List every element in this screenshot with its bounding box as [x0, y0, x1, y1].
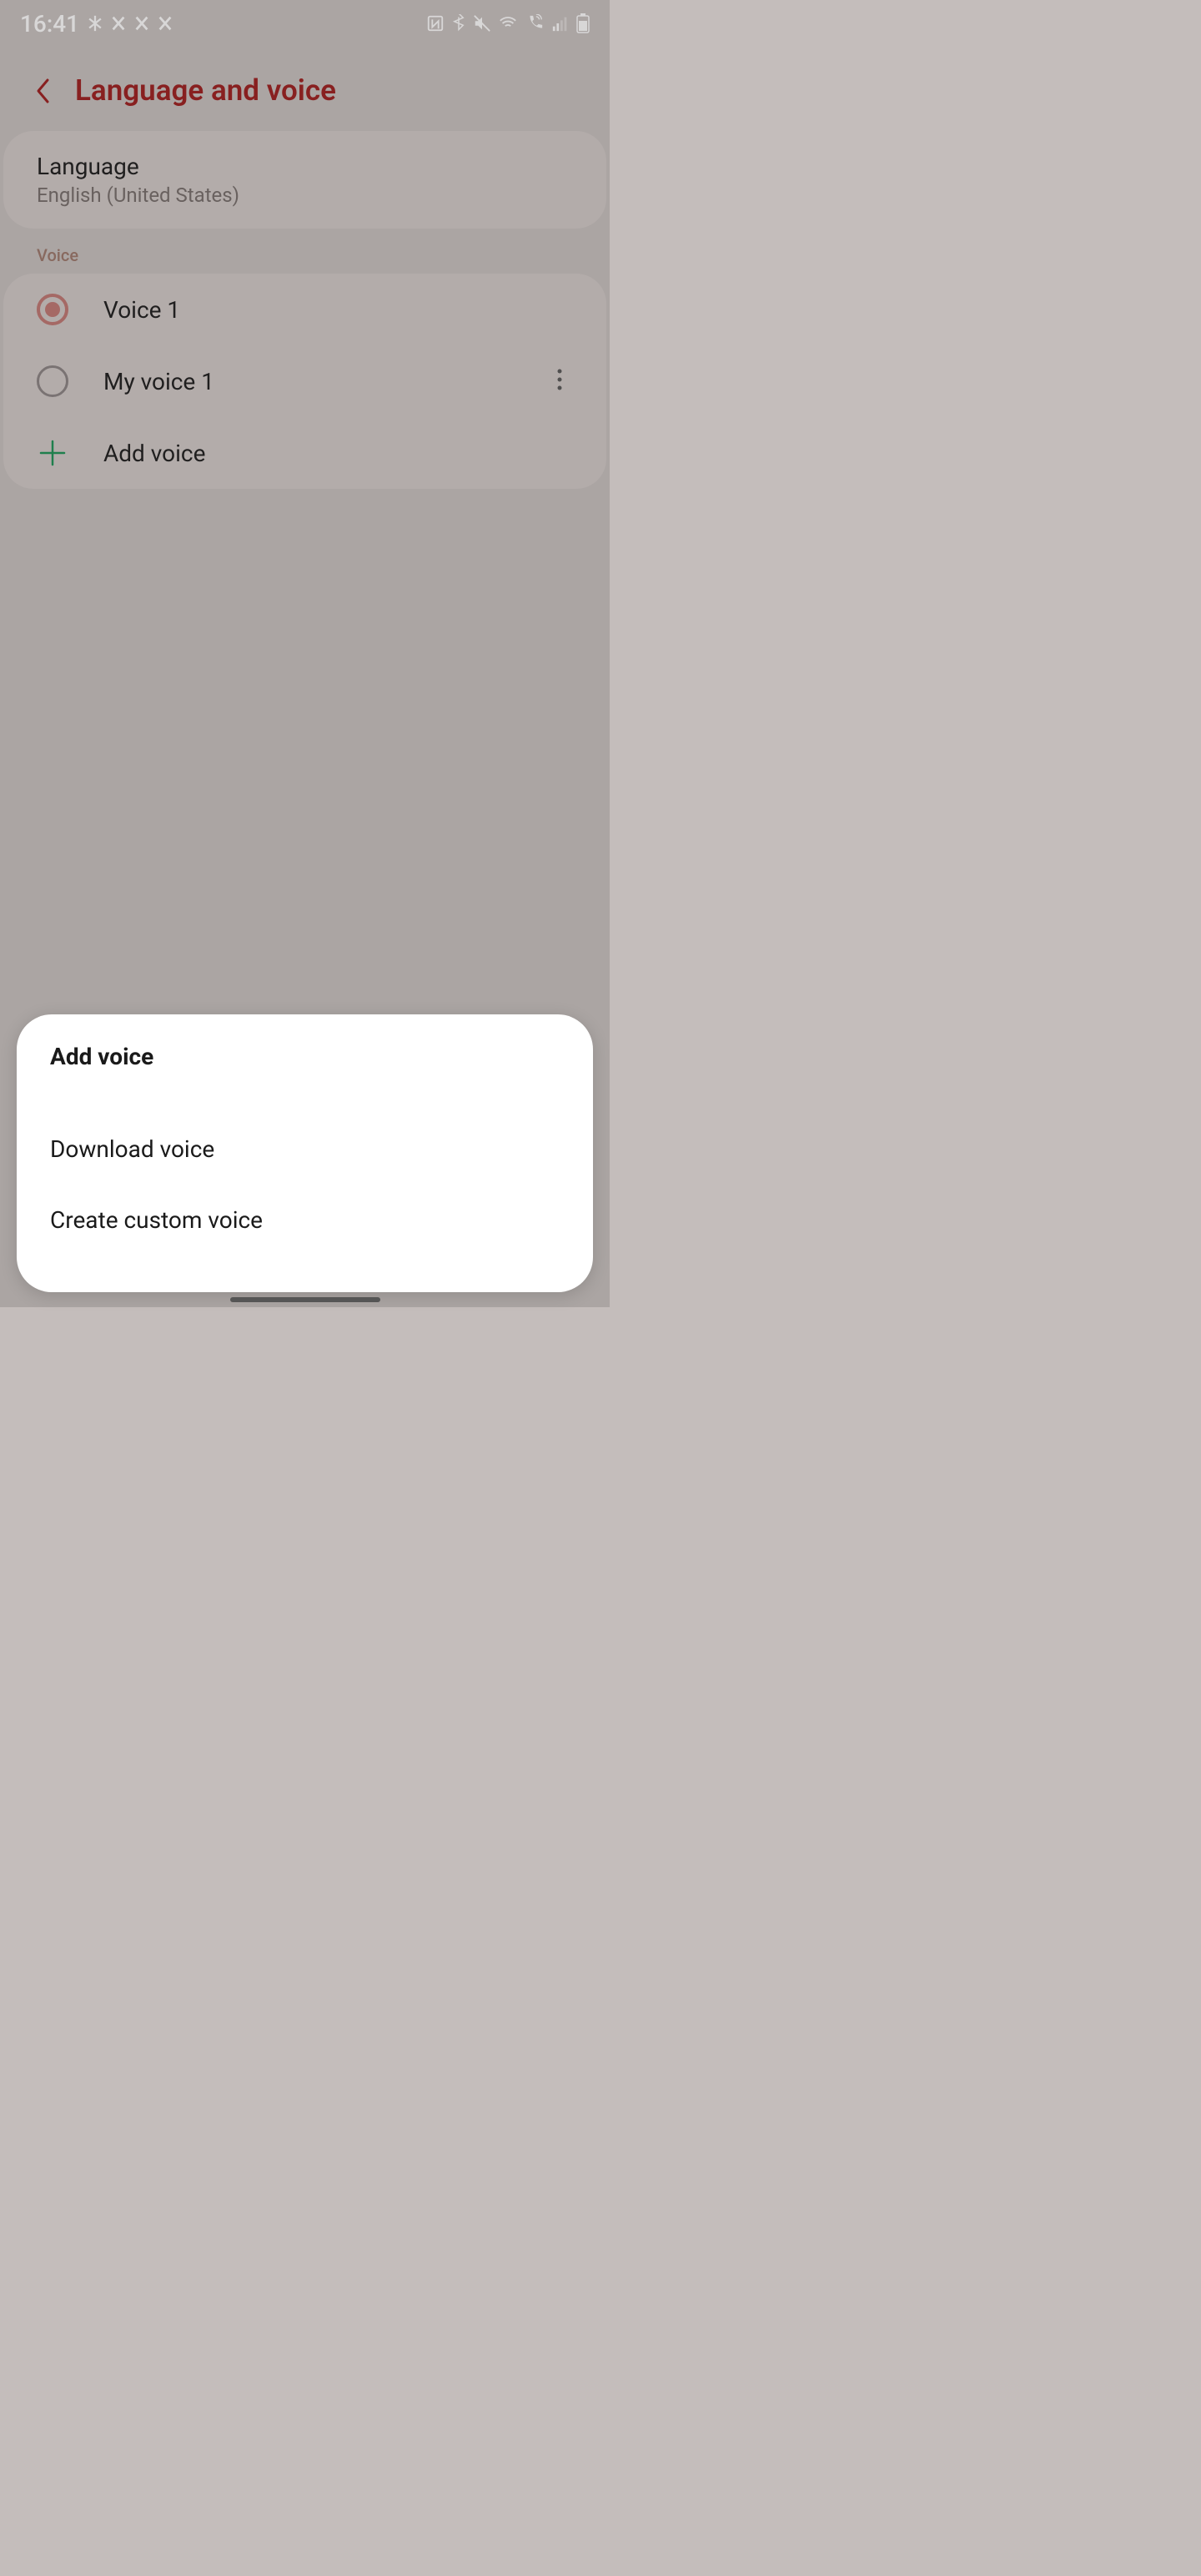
status-left: 16:41	[20, 10, 174, 38]
x-icon	[133, 14, 151, 33]
add-voice-button[interactable]: Add voice	[3, 417, 606, 489]
status-app-icons	[86, 14, 174, 33]
voice-label: Voice 1	[103, 296, 573, 324]
chevron-left-icon	[35, 77, 52, 105]
download-voice-option[interactable]: Download voice	[50, 1114, 560, 1185]
language-label: Language	[37, 153, 573, 180]
sheet-title: Add voice	[50, 1043, 560, 1070]
page-title: Language and voice	[75, 73, 336, 108]
bluetooth-icon	[451, 14, 466, 33]
add-voice-sheet: Add voice Download voice Create custom v…	[17, 1014, 593, 1292]
asterisk-icon	[86, 14, 104, 33]
voice-option-1[interactable]: Voice 1	[3, 274, 606, 345]
voice-label: My voice 1	[103, 368, 546, 395]
radio-unselected-icon	[37, 365, 68, 397]
status-bar: 16:41	[0, 0, 610, 43]
more-button[interactable]	[546, 368, 573, 395]
x-icon	[109, 14, 128, 33]
radio-selected-icon	[37, 294, 68, 325]
x-icon	[156, 14, 174, 33]
more-vertical-icon	[556, 368, 563, 391]
language-setting[interactable]: Language English (United States)	[3, 131, 606, 229]
create-custom-voice-option[interactable]: Create custom voice	[50, 1185, 560, 1255]
voice-list: Voice 1 My voice 1 Add voice	[3, 274, 606, 489]
page-header: Language and voice	[0, 43, 610, 131]
nfc-icon	[426, 14, 445, 33]
add-voice-label: Add voice	[103, 440, 573, 467]
voice-option-my-voice-1[interactable]: My voice 1	[3, 345, 606, 417]
home-indicator[interactable]	[230, 1297, 380, 1302]
voice-section-label: Voice	[0, 229, 610, 274]
status-time: 16:41	[20, 10, 79, 38]
battery-icon	[576, 13, 590, 33]
signal-icon	[551, 14, 570, 33]
wifi-calling-icon	[525, 14, 545, 33]
wifi-icon	[498, 14, 518, 33]
status-right	[426, 13, 590, 33]
language-value: English (United States)	[37, 184, 573, 207]
plus-icon	[37, 437, 68, 469]
mute-icon	[473, 14, 491, 33]
back-button[interactable]	[35, 77, 52, 105]
